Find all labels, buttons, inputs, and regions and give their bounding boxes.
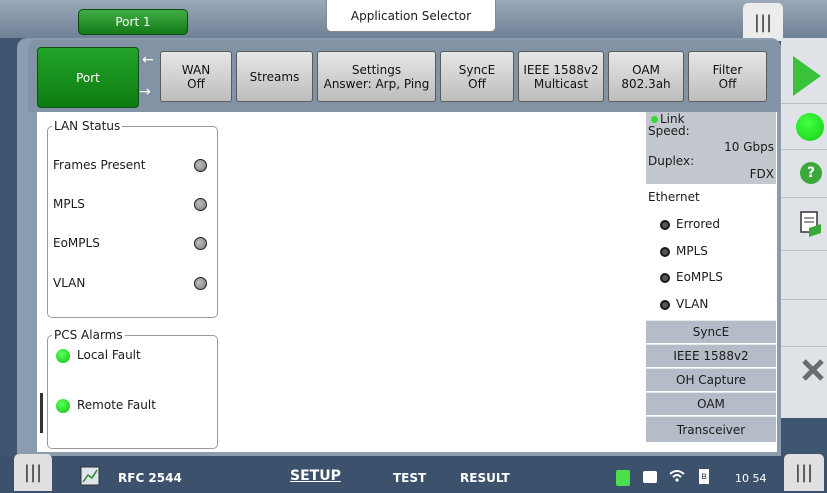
toolbar-divider [781,250,827,251]
transceiver-button[interactable]: Transceiver [646,416,776,442]
help-icon[interactable]: ? [800,162,822,184]
ethernet-vlan: VLAN [660,297,708,311]
port-1-tab[interactable]: Port 1 [78,9,188,35]
tab-synce-title: SyncE [458,62,496,77]
test-chart-icon[interactable] [80,466,100,486]
tab-ieee-1588v2[interactable]: IEEE 1588v2 Multicast [518,51,604,102]
menu-icon: ||| [23,462,43,483]
tab-settings[interactable]: Settings Answer: Arp, Ping [317,51,436,102]
tab-wan-value: Off [187,76,205,91]
local-fault-led-icon [56,349,70,363]
menu-icon: ||| [753,11,773,33]
remote-fault-label: Remote Fault [77,398,156,412]
pcs-alarms-title: PCS Alarms [54,328,123,342]
tab-synce-value: Off [468,76,486,91]
frames-present-indicator [194,159,207,172]
ethernet-errored: Errored [660,217,720,231]
synce-button[interactable]: SyncE [646,320,776,343]
tab-ieee-title: IEEE 1588v2 [523,62,599,77]
speed-value: 10 Gbps [724,140,774,154]
arrow-left-icon: ← [142,52,154,68]
oh-capture-button[interactable]: OH Capture [646,368,776,391]
tab-filter[interactable]: Filter Off [688,51,767,102]
report-icon[interactable] [799,209,823,239]
toolbar-divider [781,103,827,104]
close-x-icon[interactable] [800,357,826,383]
toolbar-divider [781,197,827,198]
tab-port[interactable]: Port [37,47,139,108]
tab-streams-label: Streams [249,69,300,84]
tab-ieee-value: Multicast [533,76,589,91]
vlan-label: VLAN [53,276,86,290]
start-test-play-icon[interactable] [790,54,822,98]
eompls-indicator [194,237,207,250]
vlan-sub-label: VLAN [676,297,709,311]
mpls-sub-label: MPLS [676,244,708,258]
test-status-led-icon[interactable] [796,113,824,141]
ethernet-title: Ethernet [648,190,700,204]
setup-tab[interactable]: SETUP [290,468,341,484]
left-menu-handle[interactable]: ||| [14,454,52,491]
tab-filter-value: Off [718,76,737,91]
mpls-label: MPLS [53,197,85,211]
speed-label: Speed: [648,124,690,138]
result-tab[interactable]: RESULT [460,471,510,485]
bluetooth-icon: ʙ [699,469,709,484]
arrow-right-icon: → [139,84,151,100]
tab-oam-value: 802.3ah [621,76,671,91]
remote-fault-led-icon [56,399,70,413]
mpls-dot-icon [660,246,670,257]
local-fault-label: Local Fault [77,348,141,362]
battery-icon [616,470,630,486]
errored-dot-icon [660,219,670,230]
tab-synce[interactable]: SyncE Off [440,51,514,102]
top-menu-handle[interactable]: ||| [743,3,783,41]
tab-oam[interactable]: OAM 802.3ah [608,51,684,102]
camera-icon[interactable] [643,471,657,483]
lan-status-title: LAN Status [54,119,121,133]
link-led-icon [651,116,658,123]
toolbar-divider [781,149,827,150]
tab-oam-title: OAM [632,62,660,77]
test-name[interactable]: RFC 2544 [118,471,182,485]
tab-wan-title: WAN [181,62,211,77]
oam-button[interactable]: OAM [646,392,776,415]
clock-time: 10 54 [735,472,767,485]
ieee-1588v2-button[interactable]: IEEE 1588v2 [646,344,776,367]
ethernet-eompls: EoMPLS [660,270,723,284]
toolbar-divider [781,299,827,300]
toolbar-divider [781,346,827,347]
tab-settings-value: Answer: Arp, Ping [323,76,430,91]
application-selector-button[interactable]: Application Selector [326,0,496,32]
scroll-indicator[interactable] [40,393,43,433]
vlan-indicator [194,277,207,290]
tab-wan[interactable]: WAN Off [160,51,232,102]
duplex-value: FDX [749,167,774,181]
mpls-indicator [194,198,207,211]
ethernet-mpls: MPLS [660,244,708,258]
tab-settings-title: Settings [351,62,402,77]
right-menu-handle[interactable]: ||| [784,454,824,491]
frames-present-label: Frames Present [53,158,146,172]
menu-icon: ||| [794,462,814,483]
tab-streams[interactable]: Streams [236,51,313,102]
wifi-icon [669,470,685,482]
tab-filter-title: Filter [712,62,743,77]
test-tab[interactable]: TEST [393,471,426,485]
vlan-dot-icon [660,299,670,310]
eompls-dot-icon [660,272,670,283]
eompls-label: EoMPLS [53,236,100,250]
eompls-sub-label: EoMPLS [676,270,723,284]
errored-label: Errored [676,217,720,231]
duplex-label: Duplex: [648,154,695,168]
pcs-alarms-group: PCS Alarms [47,328,218,449]
tab-port-label: Port [76,70,100,85]
